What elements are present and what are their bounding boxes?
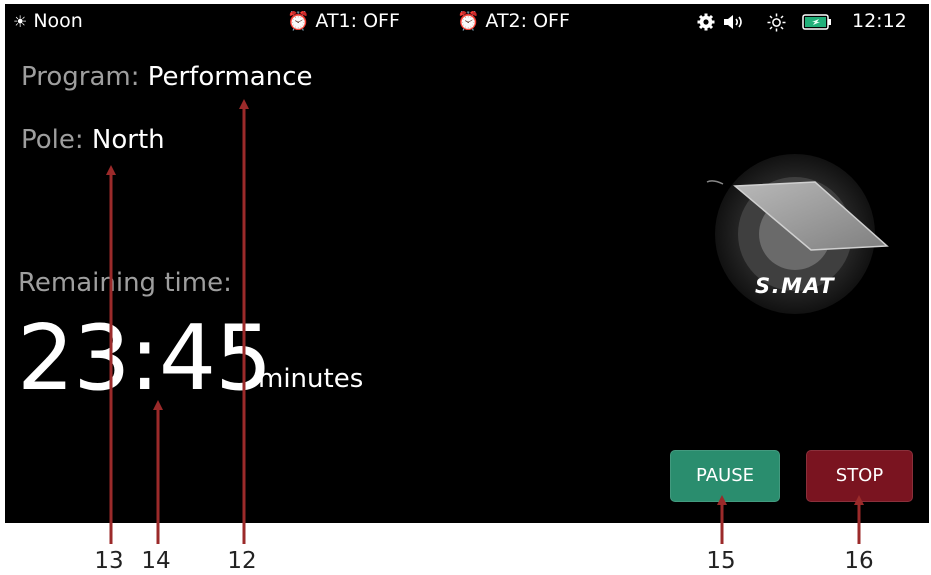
- remaining-time-label: Remaining time:: [18, 268, 232, 298]
- smat-logo: S.MAT: [706, 154, 889, 314]
- callout-16: 16: [844, 548, 874, 574]
- alarm2-label: AT2: OFF: [485, 10, 570, 32]
- program-label: Program:: [21, 62, 140, 92]
- status-bar: ☀ Noon ⏰ AT1: OFF ⏰ AT2: OFF 12:12: [5, 4, 929, 40]
- speaker-icon[interactable]: [723, 13, 747, 31]
- callout-14: 14: [141, 548, 171, 574]
- alarm-clock-icon: ⏰: [457, 11, 480, 32]
- callout-15: 15: [706, 548, 736, 574]
- remaining-time-value: 23:45: [17, 306, 272, 411]
- program-value: Performance: [147, 62, 313, 92]
- period-label: Noon: [33, 10, 83, 32]
- alarm1-indicator[interactable]: ⏰ AT1: OFF: [287, 10, 400, 32]
- sun-icon: ☀: [13, 12, 28, 31]
- alarm1-label: AT1: OFF: [315, 10, 400, 32]
- alarm2-indicator[interactable]: ⏰ AT2: OFF: [457, 10, 570, 32]
- alarm-clock-icon: ⏰: [287, 11, 310, 32]
- status-time: 12:12: [852, 10, 907, 32]
- pole-value: North: [91, 125, 165, 155]
- callout-12: 12: [227, 548, 257, 574]
- pole-row: Pole: North: [21, 125, 165, 155]
- logo-text: S.MAT: [755, 274, 835, 298]
- program-row: Program: Performance: [21, 62, 313, 92]
- brightness-icon[interactable]: [767, 13, 786, 32]
- gear-icon[interactable]: [697, 13, 715, 31]
- remaining-time-unit: minutes: [258, 364, 364, 394]
- battery-icon: [802, 14, 831, 30]
- device-screen: ☀ Noon ⏰ AT1: OFF ⏰ AT2: OFF 12:12 Progr…: [5, 4, 929, 523]
- pole-label: Pole:: [21, 125, 84, 155]
- period-indicator: ☀ Noon: [13, 10, 83, 32]
- stop-button[interactable]: STOP: [806, 450, 913, 502]
- callout-13: 13: [94, 548, 124, 574]
- pause-button[interactable]: PAUSE: [670, 450, 780, 502]
